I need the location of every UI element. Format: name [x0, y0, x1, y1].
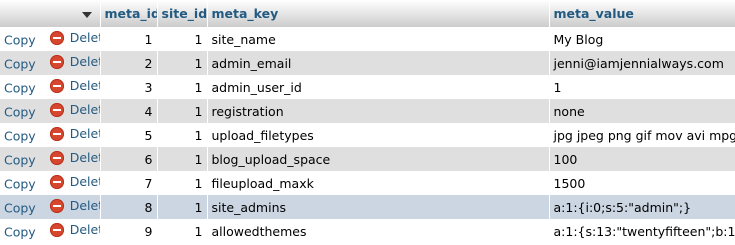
row-actions: Copy Delete — [0, 123, 101, 147]
delete-link[interactable]: Delete — [49, 222, 99, 237]
cell-meta-key: upload_filetypes — [207, 123, 550, 147]
copy-link[interactable]: Copy — [4, 129, 36, 144]
cell-meta-value: a:1:{s:13:"twentyfifteen";b:1;} — [549, 219, 735, 243]
delete-label[interactable]: Delete — [70, 222, 99, 237]
copy-link[interactable]: Copy — [4, 177, 36, 192]
delete-label[interactable]: Delete — [70, 54, 99, 69]
cell-meta-value: 100 — [549, 147, 735, 171]
row-actions: Copy Delete — [0, 51, 101, 75]
table-header-row: meta_id site_id meta_key meta_value — [0, 0, 735, 27]
delete-icon[interactable] — [49, 198, 64, 213]
cell-site-id: 1 — [157, 99, 208, 123]
cell-site-id: 1 — [157, 123, 208, 147]
column-header-meta-value[interactable]: meta_value — [549, 0, 735, 27]
delete-link[interactable]: Delete — [49, 198, 99, 213]
table-row: Copy Delete 4 1 registration none — [0, 99, 735, 123]
cell-meta-key: allowedthemes — [207, 219, 550, 243]
row-actions: Copy Delete — [0, 171, 101, 195]
sort-dropdown-icon[interactable] — [82, 11, 92, 18]
delete-label[interactable]: Delete — [70, 198, 99, 213]
cell-meta-id: 2 — [100, 51, 158, 75]
column-header-meta-id[interactable]: meta_id — [100, 0, 158, 27]
cell-meta-value: a:1:{i:0;s:5:"admin";} — [549, 195, 735, 219]
delete-icon[interactable] — [49, 174, 64, 189]
copy-link[interactable]: Copy — [4, 33, 36, 48]
cell-meta-key: site_name — [207, 27, 550, 51]
results-table: meta_id site_id meta_key meta_value Copy… — [0, 0, 735, 243]
table-row: Copy Delete 2 1 admin_email jenni@iamjenn… — [0, 51, 735, 75]
cell-meta-id: 9 — [100, 219, 158, 243]
delete-link[interactable]: Delete — [49, 150, 99, 165]
table-row: Copy Delete 8 1 site_admins a:1:{i:0;s:5:… — [0, 195, 735, 219]
delete-link[interactable]: Delete — [49, 30, 99, 45]
copy-link[interactable]: Copy — [4, 105, 36, 120]
table-row: Copy Delete 6 1 blog_upload_space 100 — [0, 147, 735, 171]
delete-icon[interactable] — [49, 30, 64, 45]
cell-meta-key: admin_user_id — [207, 75, 550, 99]
table-row: Copy Delete 9 1 allowedthemes a:1:{s:13:"… — [0, 219, 735, 243]
delete-label[interactable]: Delete — [70, 174, 99, 189]
cell-meta-value: 1500 — [549, 171, 735, 195]
cell-meta-id: 7 — [100, 171, 158, 195]
cell-meta-value: 1 — [549, 75, 735, 99]
row-actions: Copy Delete — [0, 195, 101, 219]
cell-meta-id: 4 — [100, 99, 158, 123]
cell-meta-key: site_admins — [207, 195, 550, 219]
cell-meta-id: 6 — [100, 147, 158, 171]
cell-meta-value: My Blog — [549, 27, 735, 51]
cell-meta-value: none — [549, 99, 735, 123]
delete-link[interactable]: Delete — [49, 78, 99, 93]
copy-link[interactable]: Copy — [4, 201, 36, 216]
cell-site-id: 1 — [157, 147, 208, 171]
delete-label[interactable]: Delete — [70, 126, 99, 141]
cell-meta-id: 5 — [100, 123, 158, 147]
delete-icon[interactable] — [49, 54, 64, 69]
cell-meta-id: 1 — [100, 27, 158, 51]
cell-meta-id: 8 — [100, 195, 158, 219]
delete-link[interactable]: Delete — [49, 174, 99, 189]
table-row: Copy Delete 1 1 site_name My Blog — [0, 27, 735, 51]
cell-meta-key: blog_upload_space — [207, 147, 550, 171]
cell-site-id: 1 — [157, 219, 208, 243]
cell-meta-key: registration — [207, 99, 550, 123]
cell-site-id: 1 — [157, 195, 208, 219]
delete-icon[interactable] — [49, 126, 64, 141]
delete-icon[interactable] — [49, 78, 64, 93]
row-actions: Copy Delete — [0, 27, 101, 51]
copy-link[interactable]: Copy — [4, 153, 36, 168]
delete-label[interactable]: Delete — [70, 30, 99, 45]
delete-icon[interactable] — [49, 102, 64, 117]
delete-label[interactable]: Delete — [70, 102, 99, 117]
delete-link[interactable]: Delete — [49, 54, 99, 69]
row-actions: Copy Delete — [0, 147, 101, 171]
cell-meta-value: jpg jpeg png gif mov avi mpg 3gp — [549, 123, 735, 147]
cell-site-id: 1 — [157, 171, 208, 195]
row-actions: Copy Delete — [0, 219, 101, 243]
cell-meta-value: jenni@iamjennialways.com — [549, 51, 735, 75]
cell-meta-key: fileupload_maxk — [207, 171, 550, 195]
column-header-site-id[interactable]: site_id — [157, 0, 208, 27]
copy-link[interactable]: Copy — [4, 57, 36, 72]
delete-link[interactable]: Delete — [49, 102, 99, 117]
delete-label[interactable]: Delete — [70, 150, 99, 165]
column-header-meta-key[interactable]: meta_key — [207, 0, 550, 27]
delete-link[interactable]: Delete — [49, 126, 99, 141]
cell-site-id: 1 — [157, 27, 208, 51]
row-actions: Copy Delete — [0, 75, 101, 99]
copy-link[interactable]: Copy — [4, 81, 36, 96]
copy-link[interactable]: Copy — [4, 225, 36, 240]
table-row: Copy Delete 7 1 fileupload_maxk 1500 — [0, 171, 735, 195]
table-row: Copy Delete 5 1 upload_filetypes jpg jpeg… — [0, 123, 735, 147]
table-row: Copy Delete 3 1 admin_user_id 1 — [0, 75, 735, 99]
actions-header[interactable] — [0, 0, 101, 27]
cell-site-id: 1 — [157, 51, 208, 75]
row-actions: Copy Delete — [0, 99, 101, 123]
delete-icon[interactable] — [49, 222, 64, 237]
cell-meta-key: admin_email — [207, 51, 550, 75]
cell-site-id: 1 — [157, 75, 208, 99]
cell-meta-id: 3 — [100, 75, 158, 99]
delete-label[interactable]: Delete — [70, 78, 99, 93]
delete-icon[interactable] — [49, 150, 64, 165]
